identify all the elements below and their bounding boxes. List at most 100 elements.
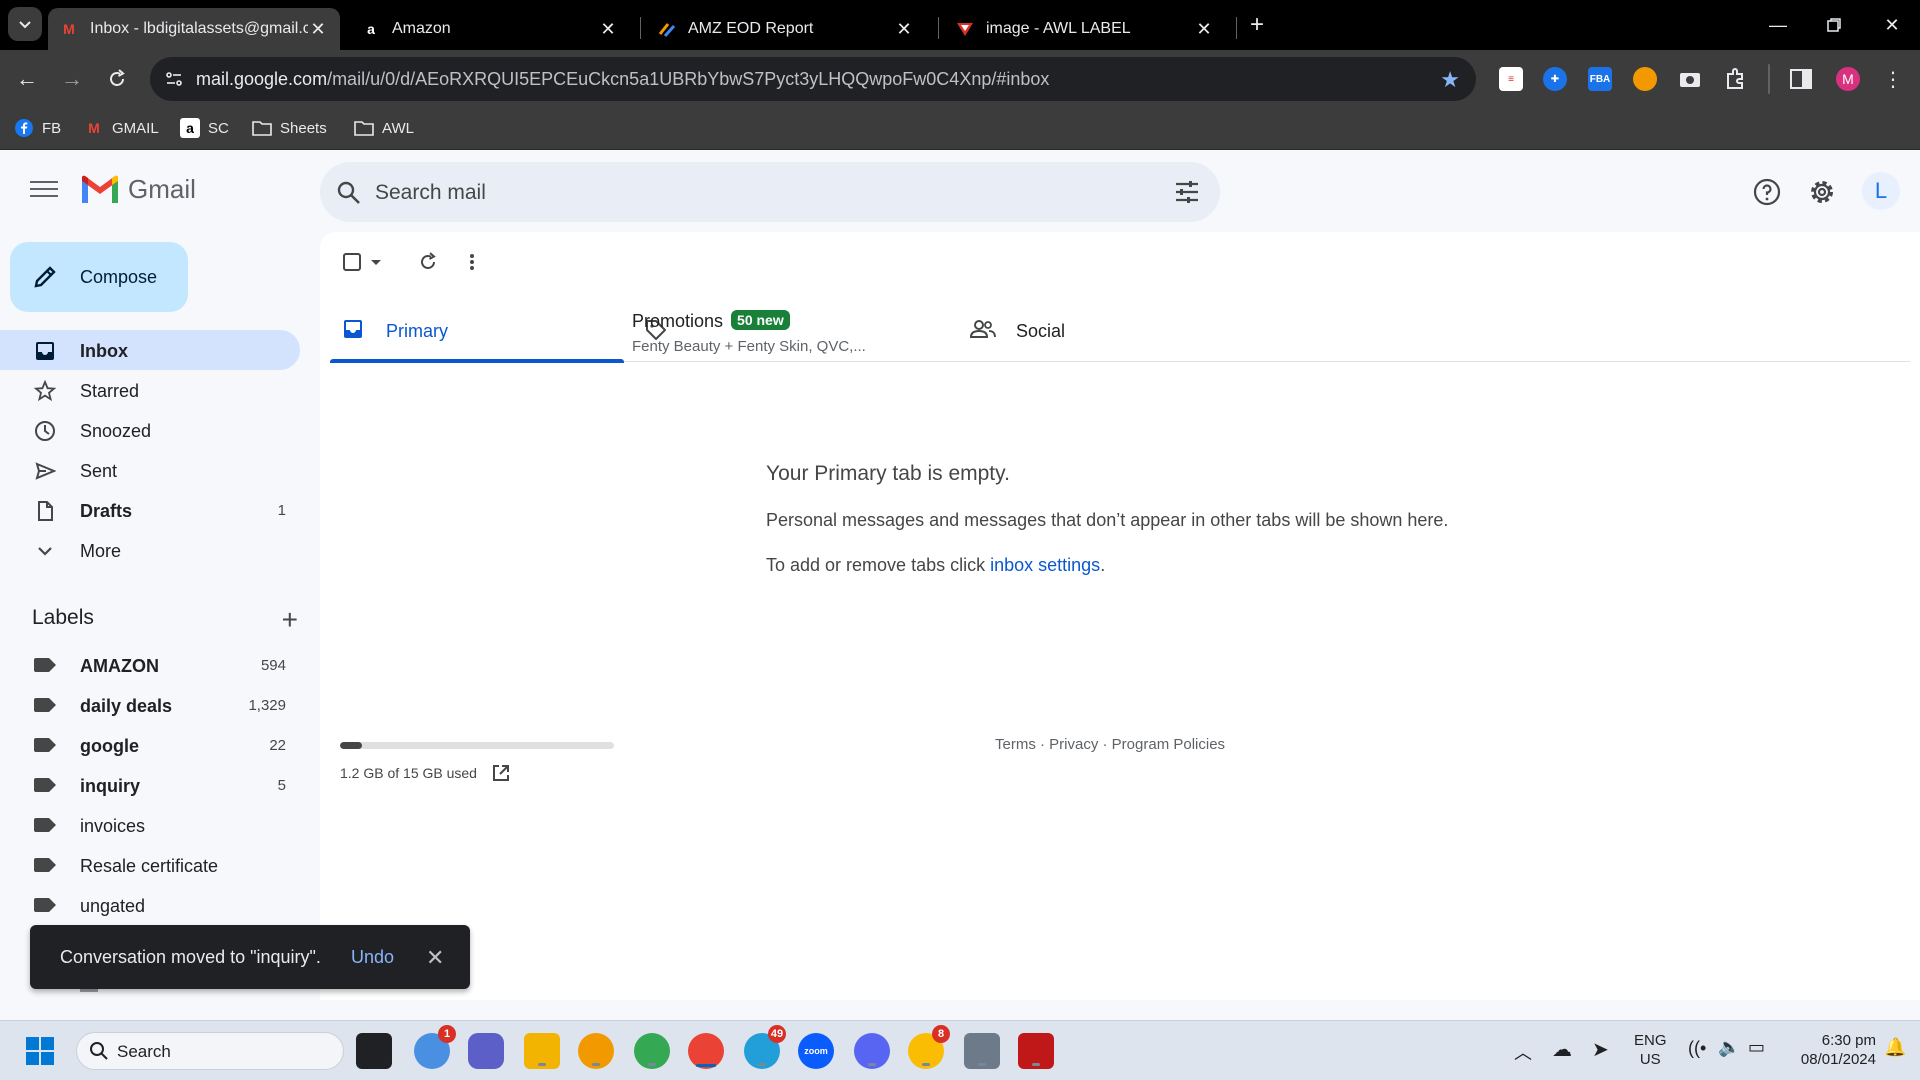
- sidebar-item-more[interactable]: More: [0, 530, 300, 570]
- wifi-icon[interactable]: ((•: [1688, 1038, 1706, 1059]
- address-bar[interactable]: mail.google.com/mail/u/0/d/AEoRXRQUI5EPC…: [150, 57, 1476, 101]
- refresh-icon[interactable]: [418, 252, 438, 272]
- site-info-icon[interactable]: [164, 69, 184, 89]
- bookmark-fb[interactable]: FB: [14, 118, 61, 138]
- telegram-icon[interactable]: 49: [744, 1025, 786, 1069]
- back-button[interactable]: ←: [10, 62, 44, 96]
- search-input[interactable]: Search mail: [375, 181, 486, 205]
- tab-social[interactable]: Social: [970, 300, 1270, 362]
- notifications-icon[interactable]: 🔔: [1884, 1037, 1906, 1058]
- bookmark-gmail[interactable]: M GMAIL: [84, 118, 159, 138]
- close-icon[interactable]: ✕: [426, 945, 444, 971]
- label-item-ungated[interactable]: ungated: [0, 885, 300, 925]
- zoom-icon[interactable]: zoom: [798, 1033, 834, 1069]
- teams-icon[interactable]: [468, 1033, 504, 1069]
- gmail-logo[interactable]: Gmail: [80, 174, 196, 205]
- help-icon[interactable]: [1753, 178, 1781, 206]
- label-count: 1,329: [248, 697, 286, 714]
- tab-amazon[interactable]: a Amazon ✕: [350, 8, 630, 50]
- side-panel-icon[interactable]: [1789, 67, 1813, 91]
- show-hidden-icons[interactable]: ︿: [1514, 1039, 1532, 1065]
- bookmark-sc[interactable]: a SC: [180, 118, 229, 138]
- file-explorer-icon[interactable]: [524, 1033, 560, 1069]
- label-item-inquiry[interactable]: inquiry 5: [0, 765, 300, 805]
- footer-links[interactable]: Terms · Privacy · Program Policies: [995, 736, 1225, 753]
- mcafee-icon[interactable]: [1018, 1033, 1054, 1069]
- search-icon[interactable]: [336, 180, 362, 206]
- chrome-profile-m-icon[interactable]: [688, 1033, 724, 1069]
- task-view-icon[interactable]: [356, 1033, 392, 1069]
- label-item-amazon[interactable]: AMAZON 594: [0, 645, 300, 685]
- send-icon: [35, 462, 56, 480]
- taskbar-search[interactable]: Search: [76, 1032, 344, 1070]
- restore-button[interactable]: [1814, 10, 1854, 40]
- extension-1-icon[interactable]: ≡: [1499, 67, 1523, 91]
- bookmark-folder-awl[interactable]: AWL: [354, 118, 414, 138]
- more-options-icon[interactable]: [468, 252, 476, 272]
- location-icon[interactable]: ➤: [1592, 1037, 1609, 1062]
- tab-primary[interactable]: Primary: [330, 300, 624, 363]
- chrome-profile-2-icon[interactable]: 8: [908, 1025, 950, 1069]
- open-in-new-icon[interactable]: [491, 763, 511, 783]
- sidebar-item-inbox[interactable]: Inbox: [0, 330, 300, 370]
- windows-start-button[interactable]: [22, 1033, 58, 1069]
- extension-4-icon[interactable]: [1633, 67, 1657, 91]
- clock[interactable]: 6:30 pm 08/01/2024: [1786, 1031, 1876, 1069]
- search-bar[interactable]: Search mail: [320, 162, 1220, 222]
- sidebar-item-sent[interactable]: Sent: [0, 450, 300, 490]
- tab-amz-eod-report[interactable]: AMZ EOD Report ✕: [646, 8, 926, 50]
- forward-button[interactable]: →: [55, 62, 89, 96]
- label-item-daily-deals[interactable]: daily deals 1,329: [0, 685, 300, 725]
- close-window-button[interactable]: ✕: [1872, 10, 1912, 40]
- weather-app-icon[interactable]: 1: [414, 1025, 456, 1069]
- label-name: Resale certificate: [80, 856, 219, 876]
- tab-search-button[interactable]: [8, 7, 42, 41]
- sidebar-item-snoozed[interactable]: Snoozed: [0, 410, 300, 450]
- sidebar-item-label: Sent: [80, 461, 118, 481]
- inbox-settings-link[interactable]: inbox settings: [990, 555, 1100, 575]
- minimize-button[interactable]: —: [1758, 10, 1798, 40]
- url-host: mail.google.com: [196, 69, 328, 89]
- create-label-button[interactable]: +: [282, 604, 298, 636]
- bookmark-folder-sheets[interactable]: Sheets: [252, 118, 327, 138]
- main-menu-button[interactable]: [26, 176, 62, 204]
- close-tab-icon[interactable]: ✕: [598, 19, 618, 39]
- reload-button[interactable]: [100, 62, 134, 96]
- bookmark-star-icon[interactable]: ★: [1440, 67, 1460, 93]
- close-tab-icon[interactable]: ✕: [894, 19, 914, 39]
- volume-icon[interactable]: 🔈: [1718, 1037, 1740, 1058]
- sidebar-item-starred[interactable]: Starred: [0, 370, 300, 410]
- browser-profile-avatar[interactable]: M: [1836, 67, 1860, 91]
- close-tab-icon[interactable]: ✕: [308, 19, 328, 39]
- select-dropdown-icon[interactable]: [370, 259, 382, 267]
- select-all-checkbox[interactable]: [342, 252, 362, 272]
- settings-gear-icon[interactable]: [1808, 178, 1836, 206]
- tab-gmail-inbox[interactable]: M Inbox - lbdigitalassets@gmail.com ✕: [48, 8, 340, 50]
- extension-2-icon[interactable]: ✚: [1543, 67, 1567, 91]
- browser-menu-button[interactable]: ⋮: [1876, 62, 1910, 96]
- label-item-invoices[interactable]: invoices: [0, 805, 300, 845]
- label-item-resale-certificate[interactable]: Resale certificate: [0, 845, 300, 885]
- account-avatar[interactable]: L: [1862, 172, 1900, 210]
- discord-icon[interactable]: [854, 1033, 890, 1069]
- search-options-icon[interactable]: [1174, 179, 1200, 205]
- chrome-profile-1-icon[interactable]: [634, 1033, 670, 1069]
- awl-icon: [956, 20, 974, 38]
- onedrive-icon[interactable]: ☁: [1552, 1037, 1572, 1062]
- battery-icon[interactable]: ▭: [1748, 1037, 1765, 1058]
- label-item-google[interactable]: google 22: [0, 725, 300, 765]
- undo-button[interactable]: Undo: [351, 947, 394, 968]
- tab-awl-label[interactable]: image - AWL LABEL ✕: [944, 8, 1226, 50]
- folder-icon: [252, 118, 272, 138]
- language-indicator[interactable]: ENG US: [1634, 1031, 1667, 1069]
- extensions-puzzle-icon[interactable]: [1723, 67, 1747, 91]
- sidebar-item-drafts[interactable]: Drafts 1: [0, 490, 300, 530]
- compose-button[interactable]: Compose: [10, 242, 188, 312]
- amazon-icon: a: [180, 118, 200, 138]
- new-tab-button[interactable]: +: [1244, 11, 1270, 38]
- close-tab-icon[interactable]: ✕: [1194, 19, 1214, 39]
- calculator-icon[interactable]: [964, 1033, 1000, 1069]
- app-icon-bee[interactable]: [578, 1033, 614, 1069]
- fba-extension-icon[interactable]: FBA: [1588, 67, 1612, 91]
- camera-extension-icon[interactable]: [1678, 67, 1702, 91]
